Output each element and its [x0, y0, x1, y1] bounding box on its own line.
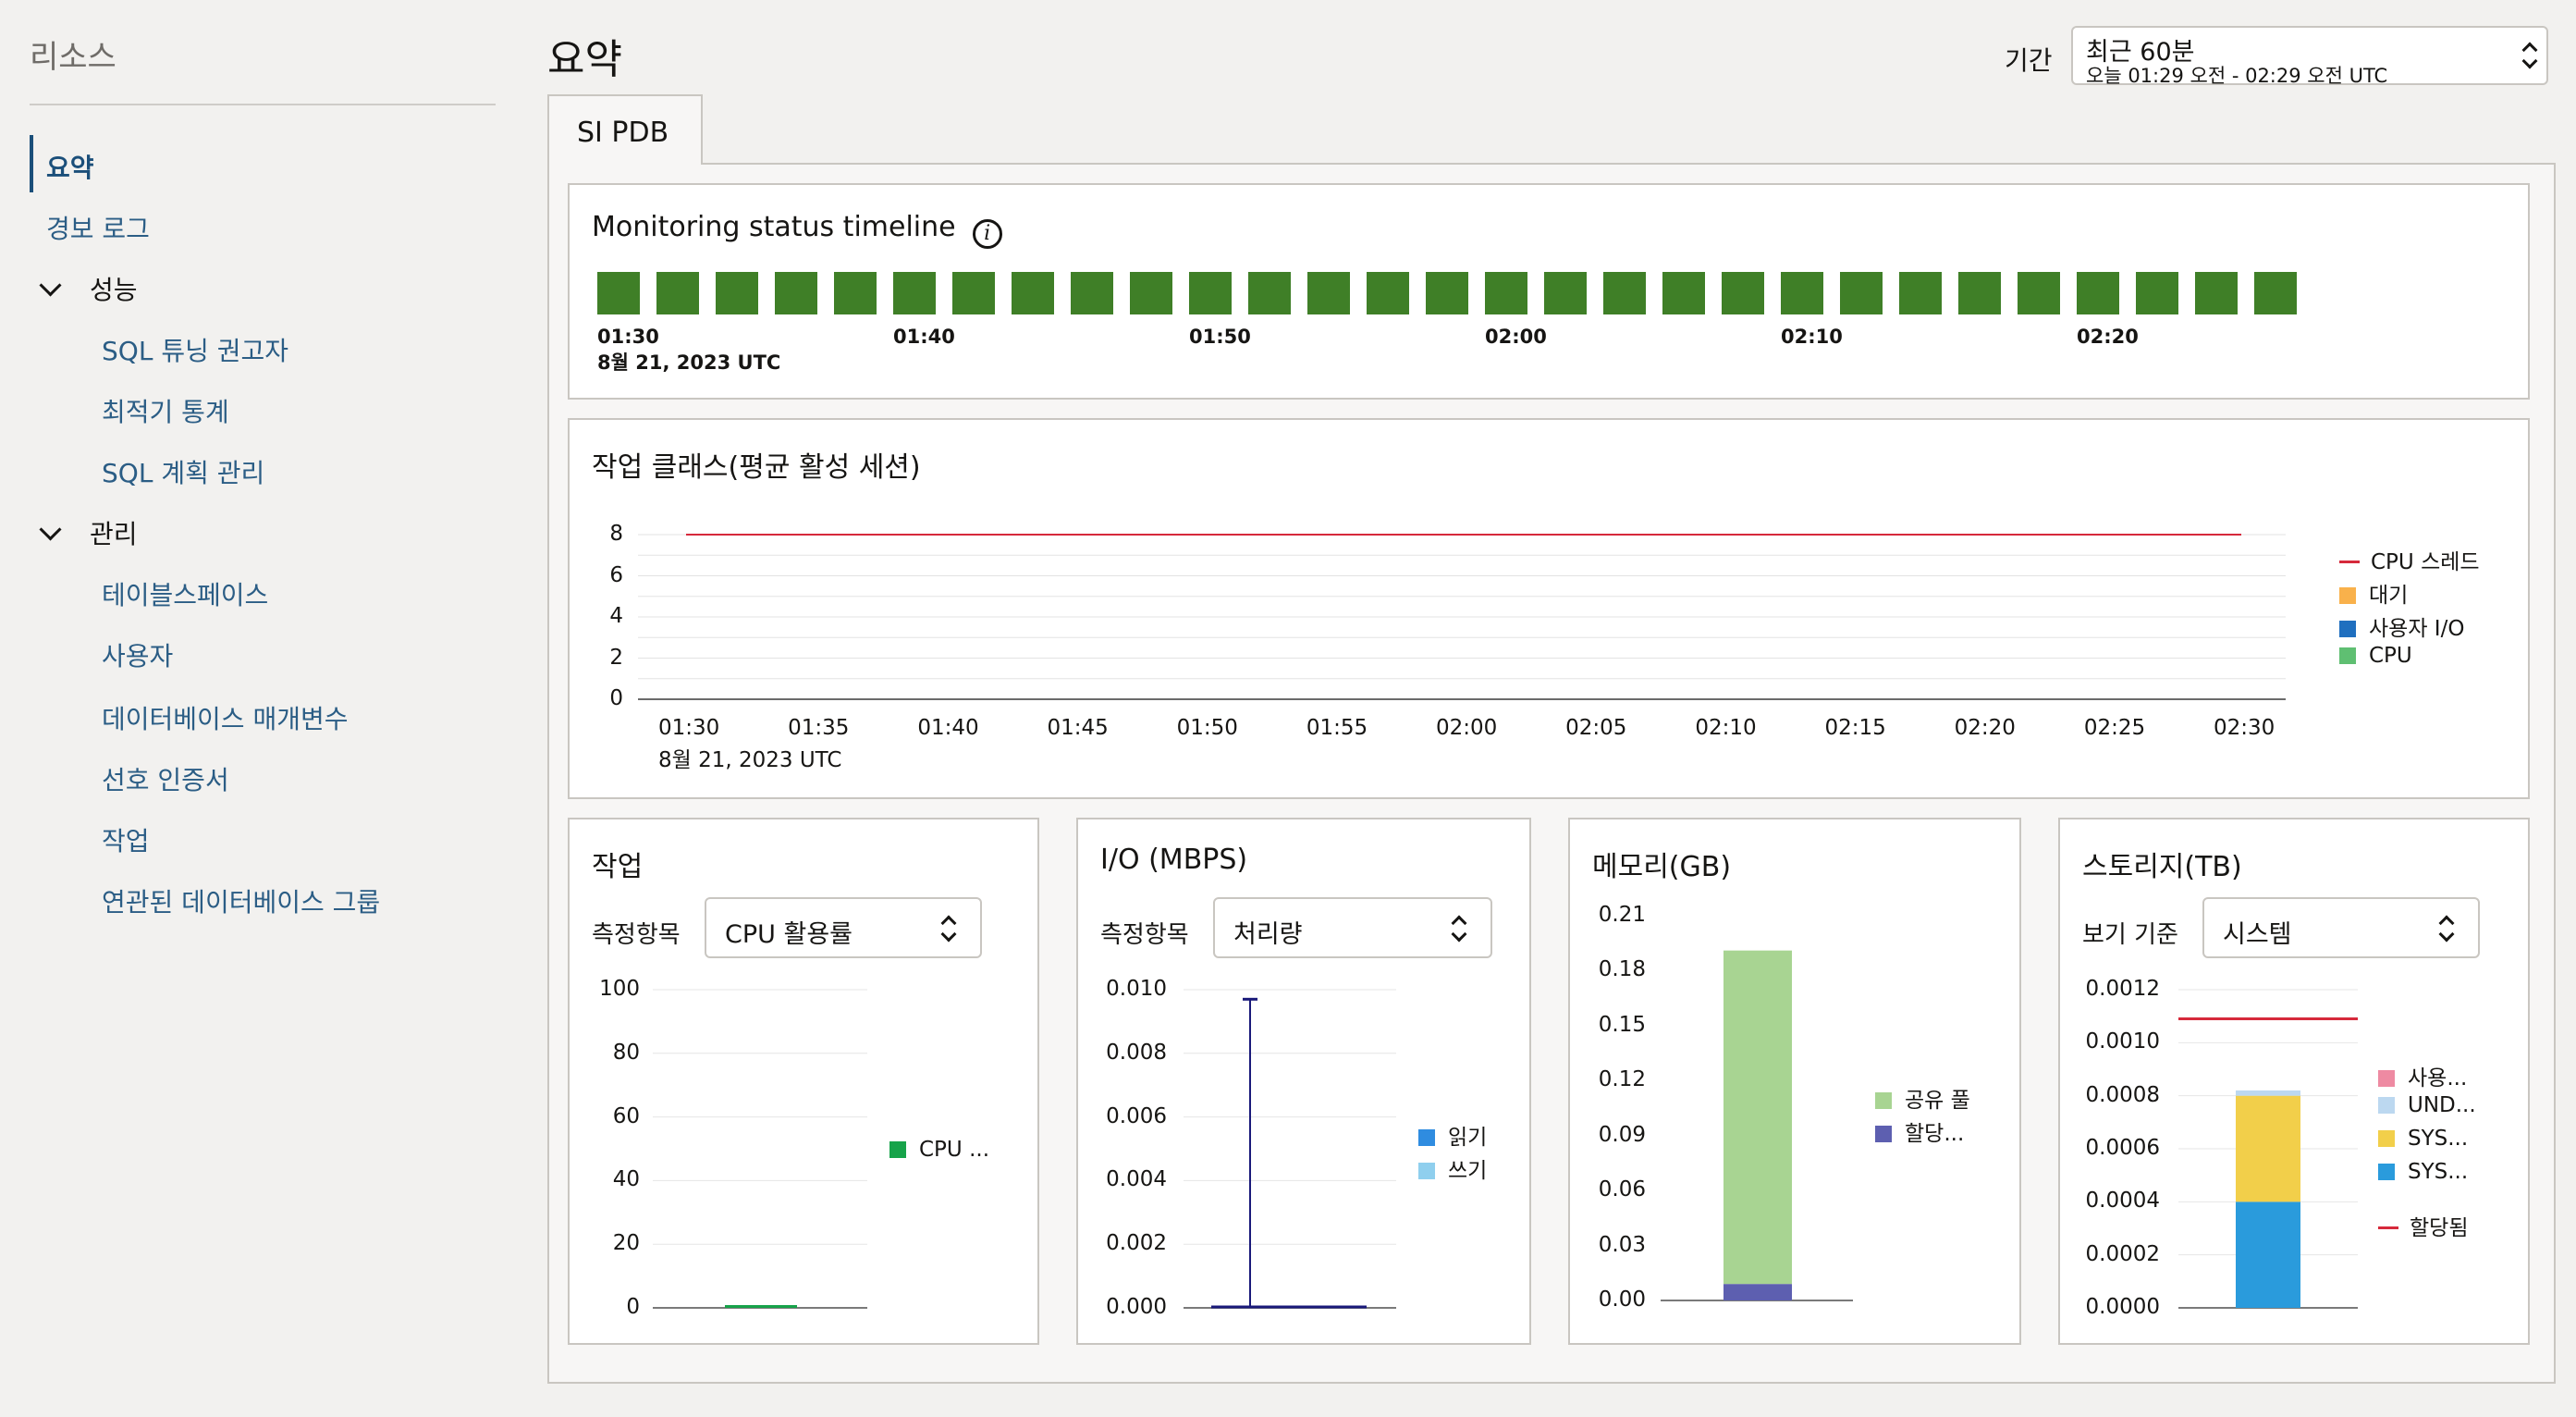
job-y-tick: 20: [612, 1231, 640, 1256]
storage-y-tick: 0.0000: [2085, 1295, 2160, 1319]
workload-x-tick: 01:50: [1176, 716, 1238, 740]
legend-swatch: [1418, 1129, 1435, 1146]
storage-bar-segment: [2236, 1090, 2300, 1096]
storage-y-tick: 0.0004: [2085, 1189, 2160, 1214]
io-legend-item: 쓰기: [1418, 1152, 1487, 1184]
legend-label: SYS...: [2408, 1160, 2469, 1184]
storage-y-tick: 0.0012: [2085, 977, 2160, 1001]
memory-y-tick: 0.15: [1598, 1012, 1646, 1037]
storage-y-tick: 0.0008: [2085, 1082, 2160, 1107]
job-y-tick: 100: [599, 977, 640, 1001]
legend-label: SYS...: [2408, 1127, 2469, 1151]
cards-charts: [653, 950, 2358, 1309]
legend-swatch: [1418, 1163, 1435, 1179]
workload-y-tick: 8: [609, 522, 623, 546]
memory-legend-item: 할당...: [1875, 1115, 1964, 1147]
io-y-tick: 0.006: [1106, 1103, 1167, 1128]
memory-y-tick: 0.03: [1598, 1232, 1646, 1257]
legend-swatch: [1875, 1092, 1892, 1109]
job-legend-item: CPU ...: [889, 1138, 989, 1162]
storage-legend-item: SYS...: [2378, 1160, 2468, 1184]
workload-x-tick: 01:45: [1047, 716, 1109, 740]
workload-x-tick: 02:05: [1565, 716, 1627, 740]
storage-bar-segment: [2236, 1201, 2300, 1308]
workload-x-tick: 02:30: [2214, 716, 2275, 740]
io-y-tick: 0.000: [1106, 1295, 1167, 1319]
io-y-tick: 0.002: [1106, 1231, 1167, 1256]
legend-swatch: [1875, 1126, 1892, 1142]
workload-y-tick: 6: [609, 562, 623, 587]
legend-label: 사용...: [2408, 1066, 2468, 1090]
legend-label: UND...: [2408, 1093, 2476, 1117]
io-y-tick: 0.004: [1106, 1167, 1167, 1192]
storage-legend-item: 사용...: [2378, 1060, 2467, 1091]
storage-y-tick: 0.0006: [2085, 1136, 2160, 1160]
legend-swatch: [2378, 1164, 2395, 1180]
legend-label: 읽기: [1448, 1126, 1488, 1150]
memory-y-tick: 0.18: [1598, 957, 1646, 982]
memory-legend-item: 공유 풀: [1875, 1082, 1970, 1114]
legend-label: 할당...: [1905, 1122, 1965, 1146]
legend-swatch: [2378, 1226, 2398, 1229]
workload-x-tick: 01:35: [788, 716, 850, 740]
workload-x-tick: 01:40: [917, 716, 979, 740]
storage-y-tick: 0.0002: [2085, 1241, 2160, 1266]
memory-y-tick: 0.09: [1598, 1122, 1646, 1147]
workload-x-tick: 01:55: [1306, 716, 1368, 740]
legend-label: CPU ...: [919, 1138, 990, 1162]
legend-swatch: [2378, 1097, 2395, 1114]
memory-bar-shared-pool: [1723, 950, 1792, 1285]
legend-label: 할당됨: [2410, 1216, 2469, 1240]
workload-x-tick: 02:20: [1954, 716, 2016, 740]
legend-swatch: [2378, 1070, 2395, 1087]
job-bar: [725, 1305, 797, 1308]
job-y-tick: 0: [626, 1295, 640, 1319]
workload-y-tick: 4: [609, 604, 623, 628]
io-y-tick: 0.008: [1106, 1040, 1167, 1065]
io-legend-item: 읽기: [1418, 1119, 1487, 1151]
workload-x-tick: 02:15: [1824, 716, 1886, 740]
storage-legend-item: SYS...: [2378, 1127, 2468, 1151]
storage-legend-item: UND...: [2378, 1093, 2476, 1117]
workload-x-tick: 01:30: [658, 716, 720, 740]
io-y-tick: 0.010: [1106, 977, 1167, 1001]
job-y-tick: 60: [612, 1103, 640, 1128]
workload-x-tick: 02:00: [1436, 716, 1498, 740]
legend-swatch: [2378, 1130, 2395, 1147]
legend-label: 공유 풀: [1905, 1089, 1970, 1113]
workload-x-tick: 02:25: [2083, 716, 2146, 740]
memory-bar-allocated: [1723, 1284, 1792, 1300]
storage-legend-item: 할당됨: [2378, 1210, 2468, 1241]
workload-x-tick: 02:10: [1695, 716, 1757, 740]
memory-y-tick: 0.06: [1598, 1177, 1646, 1202]
legend-label: 쓰기: [1448, 1159, 1488, 1183]
workload-y-tick: 2: [609, 645, 623, 670]
job-y-tick: 40: [612, 1167, 640, 1192]
storage-bar-segment: [2236, 1095, 2300, 1202]
workload-y-tick: 0: [609, 686, 623, 710]
job-y-tick: 80: [612, 1040, 640, 1065]
memory-y-tick: 0.00: [1598, 1288, 1646, 1312]
memory-y-tick: 0.21: [1598, 903, 1646, 927]
storage-y-tick: 0.0010: [2085, 1029, 2160, 1054]
memory-y-tick: 0.12: [1598, 1067, 1646, 1092]
legend-swatch: [889, 1141, 906, 1158]
